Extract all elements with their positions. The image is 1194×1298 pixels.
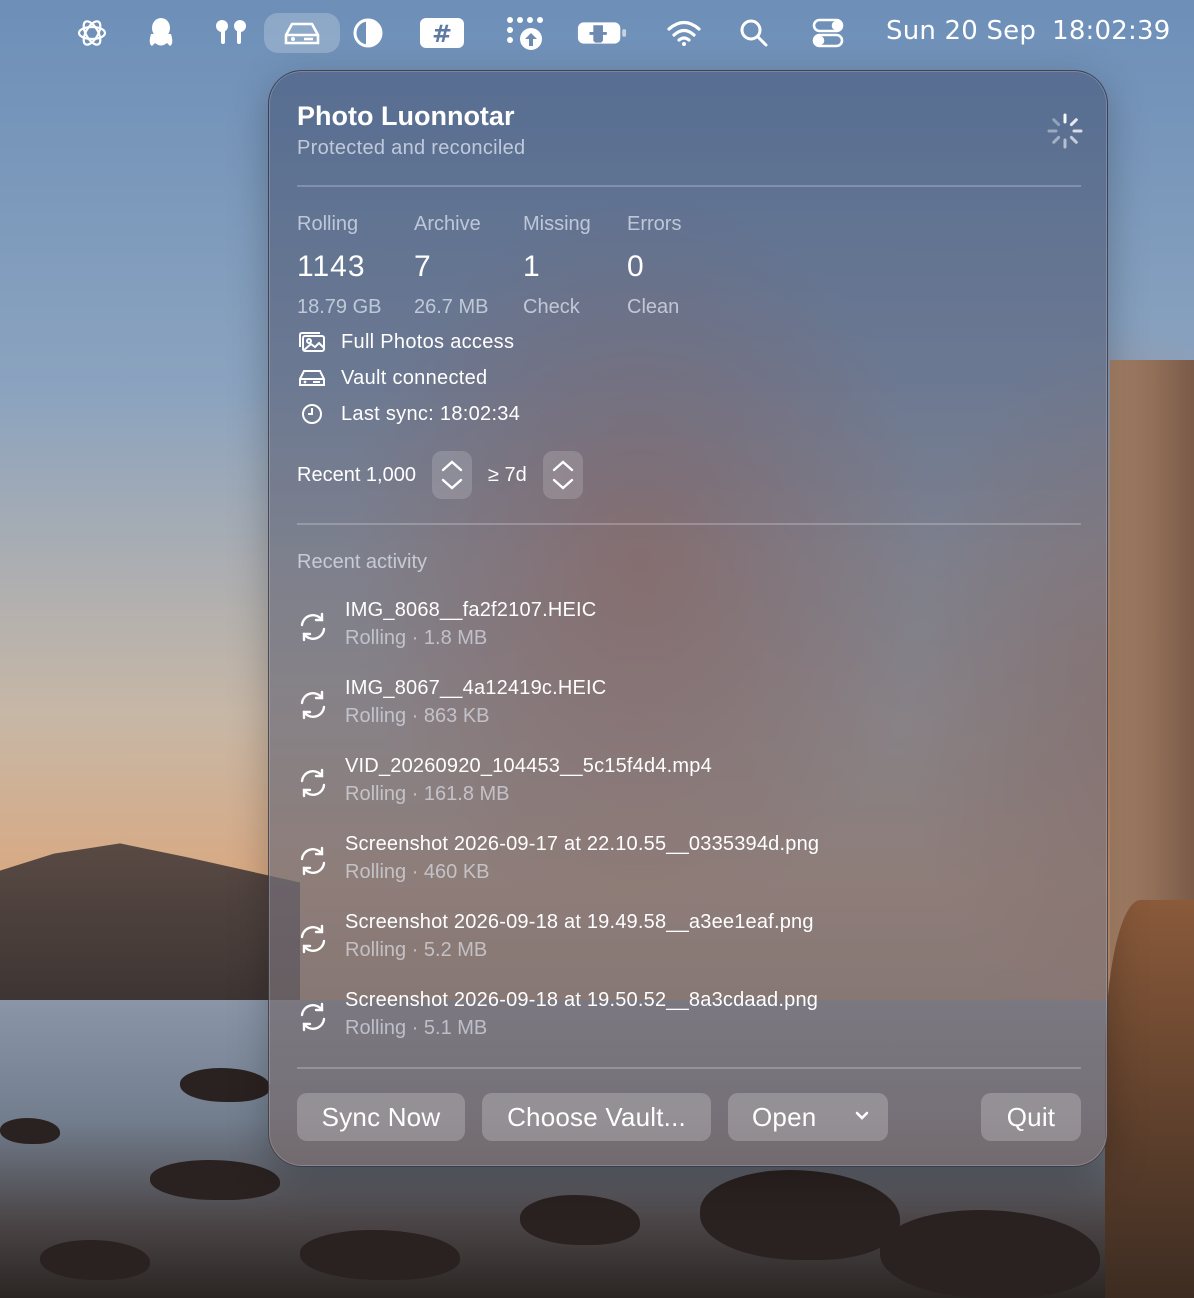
chevron-down-icon[interactable] <box>440 477 464 491</box>
status-photos-access-label: Full Photos access <box>341 330 515 353</box>
chevron-down-icon[interactable] <box>551 477 575 491</box>
stat-sub: 18.79 GB <box>297 296 382 318</box>
list-item[interactable]: VID_20260920_104453__5c15f4d4.mp4 Rollin… <box>297 753 1081 831</box>
status-vault-label: Vault connected <box>341 366 488 389</box>
header-divider <box>297 185 1081 187</box>
open-button-label: Open <box>752 1101 817 1132</box>
file-meta: Rolling · 863 KB <box>345 705 490 727</box>
open-menu-button[interactable]: Open <box>728 1093 888 1141</box>
drive-icon[interactable] <box>264 13 340 53</box>
file-meta: Rolling · 460 KB <box>345 861 490 883</box>
hashtag-icon[interactable]: # <box>416 13 468 53</box>
sync-icon <box>300 768 326 798</box>
background-hill <box>0 843 300 1010</box>
list-item[interactable]: Screenshot 2026-09-17 at 22.10.55__03353… <box>297 831 1081 909</box>
stat-value: 7 <box>414 250 432 283</box>
file-name: IMG_8068__fa2f2107.HEIC <box>345 599 597 621</box>
file-meta: Rolling · 161.8 MB <box>345 783 510 805</box>
apps-upload-icon[interactable] <box>498 13 550 53</box>
qq-penguin-icon[interactable] <box>135 13 187 53</box>
recent-activity-heading: Recent activity <box>297 551 428 573</box>
chevron-down-icon <box>855 1111 869 1120</box>
stat-value: 1 <box>523 250 541 283</box>
stat-rolling: Rolling 1143 18.79 GB <box>297 213 382 319</box>
sync-icon <box>300 1002 326 1032</box>
age-threshold-stepper[interactable] <box>542 451 583 499</box>
activity-list: IMG_8068__fa2f2107.HEIC Rolling · 1.8 MB… <box>297 597 1081 1065</box>
sync-icon <box>300 690 326 720</box>
file-name: Screenshot 2026-09-18 at 19.50.52__8a3cd… <box>345 989 819 1011</box>
svg-text:#: # <box>432 20 452 48</box>
background-rock <box>0 1118 60 1144</box>
app-subtitle: Protected and reconciled <box>297 137 526 159</box>
quit-button[interactable]: Quit <box>981 1093 1081 1141</box>
control-center-icon[interactable] <box>802 13 854 53</box>
file-meta: Rolling · 5.1 MB <box>345 1017 488 1039</box>
status-photos-access: Full Photos access <box>297 330 514 354</box>
menu-bar-clock[interactable]: Sun 20 Sep 18:02:39 <box>886 16 1170 46</box>
stat-sub: 26.7 MB <box>414 296 489 318</box>
stat-missing: Missing 1 Check <box>523 213 591 319</box>
file-name: Screenshot 2026-09-18 at 19.49.58__a3ee1… <box>345 911 814 933</box>
app-title: Photo Luonnotar <box>297 101 515 131</box>
stat-value: 1143 <box>297 250 366 283</box>
chevron-up-icon[interactable] <box>440 459 464 473</box>
status-vault: Vault connected <box>297 366 487 390</box>
recent-count-label: Recent 1,000 <box>297 463 416 486</box>
chatgpt-icon[interactable] <box>66 13 118 53</box>
search-icon[interactable] <box>728 13 780 53</box>
list-item[interactable]: IMG_8067__4a12419c.HEIC Rolling · 863 KB <box>297 675 1081 753</box>
stat-label: Rolling <box>297 213 359 235</box>
menu-bar-time: 18:02:39 <box>1052 16 1171 46</box>
section-divider <box>297 523 1081 525</box>
list-item[interactable]: Screenshot 2026-09-18 at 19.49.58__a3ee1… <box>297 909 1081 987</box>
recent-count-stepper[interactable] <box>431 451 472 499</box>
stat-sub: Clean <box>627 296 680 318</box>
popover-panel: Photo Luonnotar Protected and reconciled… <box>268 70 1108 1167</box>
clock-icon <box>297 402 327 426</box>
footer-divider <box>297 1067 1081 1069</box>
stat-label: Missing <box>523 213 591 235</box>
stat-label: Errors <box>627 213 682 235</box>
age-threshold-label: ≥ 7d <box>487 463 527 486</box>
background-rock <box>180 1068 270 1102</box>
file-name: VID_20260920_104453__5c15f4d4.mp4 <box>345 755 712 777</box>
choose-vault-button[interactable]: Choose Vault... <box>482 1093 711 1141</box>
stat-value: 0 <box>627 250 645 283</box>
file-meta: Rolling · 5.2 MB <box>345 939 488 961</box>
sync-icon <box>300 612 326 642</box>
airpods-icon[interactable] <box>205 13 257 53</box>
file-name: IMG_8067__4a12419c.HEIC <box>345 677 607 699</box>
background-rock <box>40 1240 150 1280</box>
drive-icon <box>297 366 327 390</box>
wifi-icon[interactable] <box>658 13 710 53</box>
list-item[interactable]: Screenshot 2026-09-18 at 19.50.52__8a3cd… <box>297 987 1081 1065</box>
file-meta: Rolling · 1.8 MB <box>345 627 488 649</box>
chevron-up-icon[interactable] <box>551 459 575 473</box>
activity-spinner-icon <box>1045 111 1085 151</box>
sync-now-button[interactable]: Sync Now <box>297 1093 465 1141</box>
limits-row: Recent 1,000 ≥ 7d <box>297 451 583 499</box>
stat-sub: Check <box>523 296 580 318</box>
menu-bar-date: Sun 20 Sep <box>886 16 1037 46</box>
list-item[interactable]: IMG_8068__fa2f2107.HEIC Rolling · 1.8 MB <box>297 597 1081 675</box>
file-name: Screenshot 2026-09-17 at 22.10.55__03353… <box>345 833 820 855</box>
battery-charging-icon[interactable] <box>576 13 628 53</box>
stat-label: Archive <box>414 213 481 235</box>
stat-archive: Archive 7 26.7 MB <box>414 213 488 319</box>
sync-icon <box>300 924 326 954</box>
contrast-icon[interactable] <box>342 13 394 53</box>
stat-errors: Errors 0 Clean <box>627 213 681 319</box>
background-rock <box>150 1160 280 1200</box>
photos-icon <box>297 330 327 354</box>
background-cliff <box>1105 900 1194 1298</box>
sync-icon <box>300 846 326 876</box>
status-last-sync: Last sync: 18:02:34 <box>297 402 520 426</box>
status-last-sync-label: Last sync: 18:02:34 <box>341 402 521 425</box>
menu-bar: # Sun 20 Sep 18:02:39 <box>0 0 1194 66</box>
